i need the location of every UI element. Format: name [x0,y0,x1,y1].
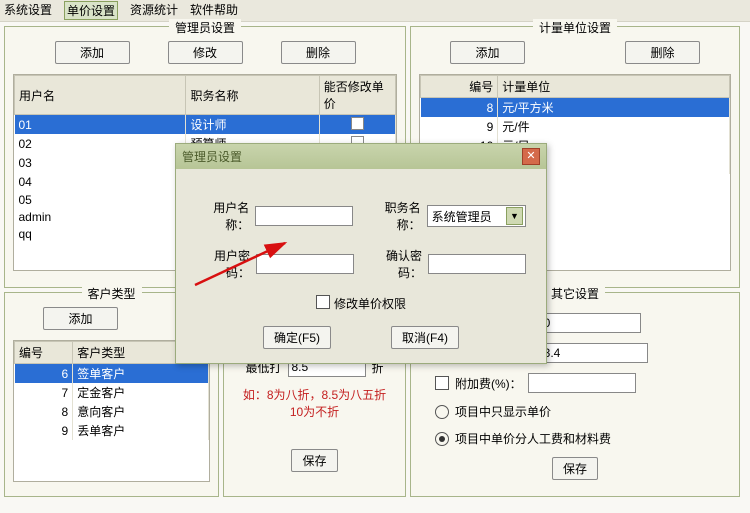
table-row[interactable]: 9丢单客户 [15,421,209,440]
password2-input[interactable] [428,254,526,274]
mgmt-fee-input[interactable] [533,313,641,333]
role-select[interactable]: 系统管理员 ▼ [427,205,526,227]
tax-fee-input[interactable] [540,343,648,363]
ok-button[interactable]: 确定(F5) [263,326,331,349]
save-button[interactable]: 保存 [291,449,337,472]
admin-dialog: 管理员设置 ✕ 用户名称： 职务名称： 系统管理员 ▼ 用户密码： 确认密码： … [175,143,547,364]
radio-unit-only[interactable] [435,405,449,419]
panel-unit-title: 计量单位设置 [533,19,617,36]
menu-help[interactable]: 软件帮助 [190,1,238,20]
panel-other-title: 其它设置 [545,285,605,302]
add-button[interactable]: 添加 [55,41,130,64]
radio-split[interactable] [435,432,449,446]
menu-system[interactable]: 系统设置 [4,1,52,20]
radio-split-label: 项目中单价分人工费和材料费 [455,430,611,447]
table-row[interactable]: 6签单客户 [15,364,209,384]
close-icon[interactable]: ✕ [522,148,540,165]
cancel-button[interactable]: 取消(F4) [391,326,459,349]
menubar: 系统设置 单价设置 资源统计 软件帮助 [0,0,750,22]
table-row[interactable]: 8元/平方米 [421,98,730,118]
role-label: 职务名称： [367,199,420,233]
username-input[interactable] [255,206,353,226]
panel-admin-title: 管理员设置 [169,19,241,36]
modify-price-label: 修改单价权限 [334,295,406,312]
username-label: 用户名称： [196,199,249,233]
dialog-title: 管理员设置 [182,148,242,165]
add-fee-checkbox[interactable] [435,376,449,390]
add-button[interactable]: 添加 [450,41,525,64]
delete-button[interactable]: 删除 [625,41,700,64]
hint-text: 如：8为八折，8.5为八五折 10为不折 [232,387,397,421]
password-label: 用户密码： [196,247,250,281]
delete-button[interactable]: 删除 [281,41,356,64]
add-fee-label: 附加费(%)： [455,375,522,392]
table-row[interactable]: 8意向客户 [15,402,209,421]
panel-customer-title: 客户类型 [81,285,141,302]
modify-price-checkbox[interactable] [316,295,330,309]
chevron-down-icon: ▼ [506,207,523,225]
add-fee-input[interactable] [528,373,636,393]
save-button[interactable]: 保存 [552,457,598,480]
radio-unit-only-label: 项目中只显示单价 [455,403,551,420]
table-row[interactable]: 7定金客户 [15,383,209,402]
password2-label: 确认密码： [368,247,422,281]
menu-stats[interactable]: 资源统计 [130,1,178,20]
edit-button[interactable]: 修改 [168,41,243,64]
table-row[interactable]: 9元/件 [421,117,730,136]
menu-price[interactable]: 单价设置 [64,1,118,20]
password-input[interactable] [256,254,354,274]
table-row[interactable]: 01设计师 [15,115,396,135]
add-button[interactable]: 添加 [43,307,118,330]
checkbox[interactable] [351,117,364,130]
